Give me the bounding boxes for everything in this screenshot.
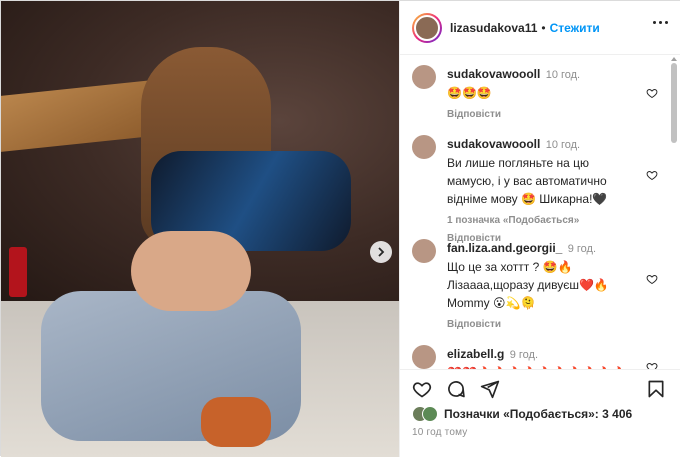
likes-label: Позначки «Подобається»: (444, 407, 603, 421)
comment-time: 9 год. (567, 243, 596, 255)
more-icon[interactable] (653, 21, 668, 24)
post-time: 10 год тому (412, 427, 468, 438)
commenter-avatar[interactable] (412, 345, 436, 369)
comment-username[interactable]: fan.liza.and.georgii_ (447, 241, 562, 255)
comment-item: sudakovawoooll 10 год. 🤩🤩🤩 Відповісти (412, 61, 658, 121)
author-username[interactable]: lizasudakova11 (450, 21, 537, 35)
commenter-avatar[interactable] (412, 239, 436, 263)
reply-button[interactable]: Відповісти (447, 109, 501, 120)
comment-text: 🤩🤩🤩 (447, 86, 492, 100)
photo-can (9, 247, 27, 297)
photo-belly (131, 231, 251, 311)
likes-count: 3 406 (602, 407, 633, 421)
share-icon[interactable] (480, 379, 500, 399)
post-photo[interactable] (1, 1, 399, 457)
comment-text: Що це за хоттт ? 🤩🔥 Лізаааа,щоразу дивує… (447, 260, 609, 310)
heart-icon[interactable] (646, 169, 658, 181)
comment-time: 9 год. (509, 349, 538, 361)
reply-button[interactable]: Відповісти (447, 319, 501, 330)
post-actions (400, 369, 680, 407)
comment-username[interactable]: elizabell.g (447, 347, 504, 361)
header-separator: • (541, 20, 546, 35)
bookmark-icon[interactable] (646, 379, 666, 399)
chevron-right-icon (378, 247, 385, 257)
comment-username[interactable]: sudakovawoooll (447, 67, 540, 81)
heart-icon[interactable] (646, 361, 658, 369)
next-photo-button[interactable] (370, 241, 392, 263)
liker-avatar (422, 406, 438, 422)
comment-time: 10 год. (545, 69, 581, 81)
comment-likes-count[interactable]: 1 позначка «Подобається» (447, 215, 579, 226)
post-header: lizasudakova11 • Стежити (400, 1, 680, 55)
comment-time: 10 год. (545, 139, 581, 151)
commenter-avatar[interactable] (412, 135, 436, 159)
comment-text: Ви лише погляньте на цю мамусю, і у вас … (447, 156, 608, 206)
comment-username[interactable]: sudakovawoooll (447, 137, 540, 151)
post-side-panel: lizasudakova11 • Стежити sudakovawoooll … (399, 1, 680, 457)
follow-button[interactable]: Стежити (550, 21, 600, 35)
scroll-up-arrow[interactable] (671, 57, 677, 61)
post-modal: lizasudakova11 • Стежити sudakovawoooll … (0, 0, 680, 457)
comment-item: elizabell.g 9 год. ❤️❤️🔥🔥🔥🔥🔥🔥🔥🔥🔥🔥 (412, 341, 658, 369)
likes-summary[interactable]: Позначки «Подобається»: 3 406 (412, 405, 632, 423)
commenter-avatar[interactable] (412, 65, 436, 89)
heart-icon[interactable] (646, 273, 658, 285)
author-avatar[interactable] (412, 12, 442, 43)
photo-shoe (201, 397, 271, 447)
comment-item: sudakovawoooll 10 год. Ви лише погляньте… (412, 131, 658, 244)
comments-scrollbar[interactable] (671, 63, 677, 143)
like-heart-icon[interactable] (412, 379, 432, 399)
heart-icon[interactable] (646, 87, 658, 99)
comment-item: fan.liza.and.georgii_ 9 год. Що це за хо… (412, 235, 658, 335)
comment-icon[interactable] (446, 379, 466, 399)
comments-list: sudakovawoooll 10 год. 🤩🤩🤩 Відповісти su… (400, 55, 670, 369)
